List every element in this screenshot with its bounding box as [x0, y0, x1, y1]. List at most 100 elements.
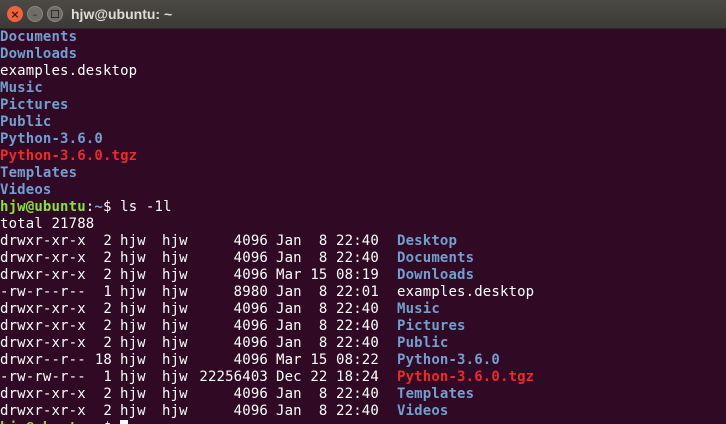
- listing-entry: Documents: [0, 29, 78, 45]
- maximize-button[interactable]: [47, 6, 63, 22]
- entry-owner: hjw: [120, 403, 146, 419]
- entry-name: examples.desktop: [397, 284, 535, 300]
- entry-owner: hjw: [120, 352, 146, 368]
- maximize-icon: [51, 10, 59, 18]
- entry-group: hjw: [162, 250, 188, 266]
- entry-size: 8980: [233, 284, 268, 300]
- long-listing-row: drwxr-xr-x 2 hjw hjw 4096 Jan 8 22:40 Desktop: [0, 233, 726, 250]
- entry-links: 2: [103, 386, 112, 402]
- entry-permissions: -rw-r--r--: [0, 284, 86, 300]
- long-listing: drwxr-xr-x 2 hjw hjw 4096 Jan 8 22:40 Desktop d…: [0, 233, 726, 420]
- long-listing-row: drwxr--r-- 18 hjw hjw 4096 Mar 15 08:22 Python…: [0, 352, 726, 369]
- long-listing-row: drwxr-xr-x 2 hjw hjw 4096 Jan 8 22:40 Public: [0, 335, 726, 352]
- entry-permissions: drwxr-xr-x: [0, 335, 86, 351]
- entry-name: Python-3.6.0: [397, 352, 500, 368]
- terminal-output[interactable]: Documents Downloads examples.desktop Music P…: [0, 28, 726, 424]
- text-cursor: [120, 420, 129, 424]
- listing-entry: Music: [0, 80, 43, 96]
- entry-permissions: drwxr-xr-x: [0, 318, 86, 334]
- minimize-button[interactable]: –: [27, 6, 43, 22]
- listing-entry: Python-3.6.0: [0, 131, 103, 147]
- entry-date: Dec 22 18:24: [276, 369, 379, 385]
- entry-name: Pictures: [397, 318, 466, 334]
- entry-links: 2: [103, 403, 112, 419]
- entry-links: 1: [103, 369, 112, 385]
- entry-size: 22256403: [199, 369, 268, 385]
- close-button[interactable]: ×: [7, 6, 23, 22]
- entry-date: Jan 8 22:01: [276, 284, 379, 300]
- next-prompt-symbol: $: [103, 420, 112, 424]
- listing-entry: Python-3.6.0.tgz: [0, 148, 138, 164]
- entry-group: hjw: [162, 233, 188, 249]
- long-listing-row: -rw-rw-r-- 1 hjw hjw 22256403 Dec 22 18:24 Pyt…: [0, 369, 726, 386]
- entry-group: hjw: [162, 403, 188, 419]
- entry-date: Jan 8 22:40: [276, 233, 379, 249]
- entry-size: 4096: [233, 250, 268, 266]
- entry-permissions: drwxr-xr-x: [0, 250, 86, 266]
- entry-group: hjw: [162, 352, 188, 368]
- entry-date: Mar 15 08:19: [276, 267, 379, 283]
- long-listing-row: -rw-r--r-- 1 hjw hjw 8980 Jan 8 22:01 examples…: [0, 284, 726, 301]
- entry-size: 4096: [233, 335, 268, 351]
- entry-group: hjw: [162, 267, 188, 283]
- listing-entry: Pictures: [0, 97, 69, 113]
- entry-date: Jan 8 22:40: [276, 403, 379, 419]
- entry-date: Jan 8 22:40: [276, 335, 379, 351]
- entry-name: Python-3.6.0.tgz: [397, 369, 535, 385]
- entry-owner: hjw: [120, 386, 146, 402]
- entry-date: Jan 8 22:40: [276, 386, 379, 402]
- entry-links: 2: [103, 267, 112, 283]
- entry-links: 2: [103, 335, 112, 351]
- window-title: hjw@ubuntu: ~: [71, 6, 173, 22]
- entry-links: 2: [103, 250, 112, 266]
- entry-name: Downloads: [397, 267, 475, 283]
- entry-owner: hjw: [120, 301, 146, 317]
- entry-name: Documents: [397, 250, 475, 266]
- entry-name: Public: [397, 335, 449, 351]
- entry-owner: hjw: [120, 335, 146, 351]
- entry-links: 18: [94, 352, 112, 368]
- next-prompt-user: hjw@ubuntu: [0, 420, 86, 424]
- entry-size: 4096: [233, 403, 268, 419]
- listing-entry: Public: [0, 114, 52, 130]
- title-bar[interactable]: × – hjw@ubuntu: ~: [0, 0, 726, 29]
- entry-group: hjw: [162, 284, 188, 300]
- entry-group: hjw: [162, 335, 188, 351]
- long-listing-row: drwxr-xr-x 2 hjw hjw 4096 Jan 8 22:40 Template…: [0, 386, 726, 403]
- command-text: ls -1l: [120, 199, 172, 215]
- terminal-window: × – hjw@ubuntu: ~ Documents Downloads exam…: [0, 0, 726, 424]
- long-listing-row: drwxr-xr-x 2 hjw hjw 4096 Mar 15 08:19 Downloa…: [0, 267, 726, 284]
- entry-size: 4096: [233, 233, 268, 249]
- entry-size: 4096: [233, 352, 268, 368]
- entry-date: Jan 8 22:40: [276, 318, 379, 334]
- listing-entry: Templates: [0, 165, 78, 181]
- prompt-path: ~: [94, 199, 103, 215]
- entry-size: 4096: [233, 267, 268, 283]
- entry-date: Jan 8 22:40: [276, 301, 379, 317]
- entry-size: 4096: [233, 301, 268, 317]
- entry-links: 2: [103, 233, 112, 249]
- entry-permissions: -rw-rw-r--: [0, 369, 86, 385]
- prompt-line: hjw@ubuntu:~$ ls -1l: [0, 199, 172, 215]
- entry-group: hjw: [162, 301, 188, 317]
- entry-owner: hjw: [120, 233, 146, 249]
- entry-name: Templates: [397, 386, 475, 402]
- entry-permissions: drwxr-xr-x: [0, 386, 86, 402]
- entry-permissions: drwxr-xr-x: [0, 301, 86, 317]
- entry-group: hjw: [162, 386, 188, 402]
- entry-size: 4096: [233, 386, 268, 402]
- total-line: total 21788: [0, 216, 95, 232]
- next-prompt-line[interactable]: hjw@ubuntu:~$: [0, 420, 726, 424]
- prompt-symbol: $: [102, 199, 112, 215]
- entry-permissions: drwxr-xr-x: [0, 403, 86, 419]
- entry-permissions: drwxr-xr-x: [0, 267, 86, 283]
- entry-links: 2: [103, 301, 112, 317]
- entry-permissions: drwxr--r--: [0, 352, 86, 368]
- entry-size: 4096: [233, 318, 268, 334]
- next-prompt-path: ~: [94, 420, 103, 424]
- long-listing-row: drwxr-xr-x 2 hjw hjw 4096 Jan 8 22:40 Pictures: [0, 318, 726, 335]
- prompt-user: hjw@ubuntu: [0, 199, 86, 215]
- entry-permissions: drwxr-xr-x: [0, 233, 86, 249]
- entry-owner: hjw: [120, 318, 146, 334]
- short-listing: Documents Downloads examples.desktop Music P…: [0, 29, 726, 199]
